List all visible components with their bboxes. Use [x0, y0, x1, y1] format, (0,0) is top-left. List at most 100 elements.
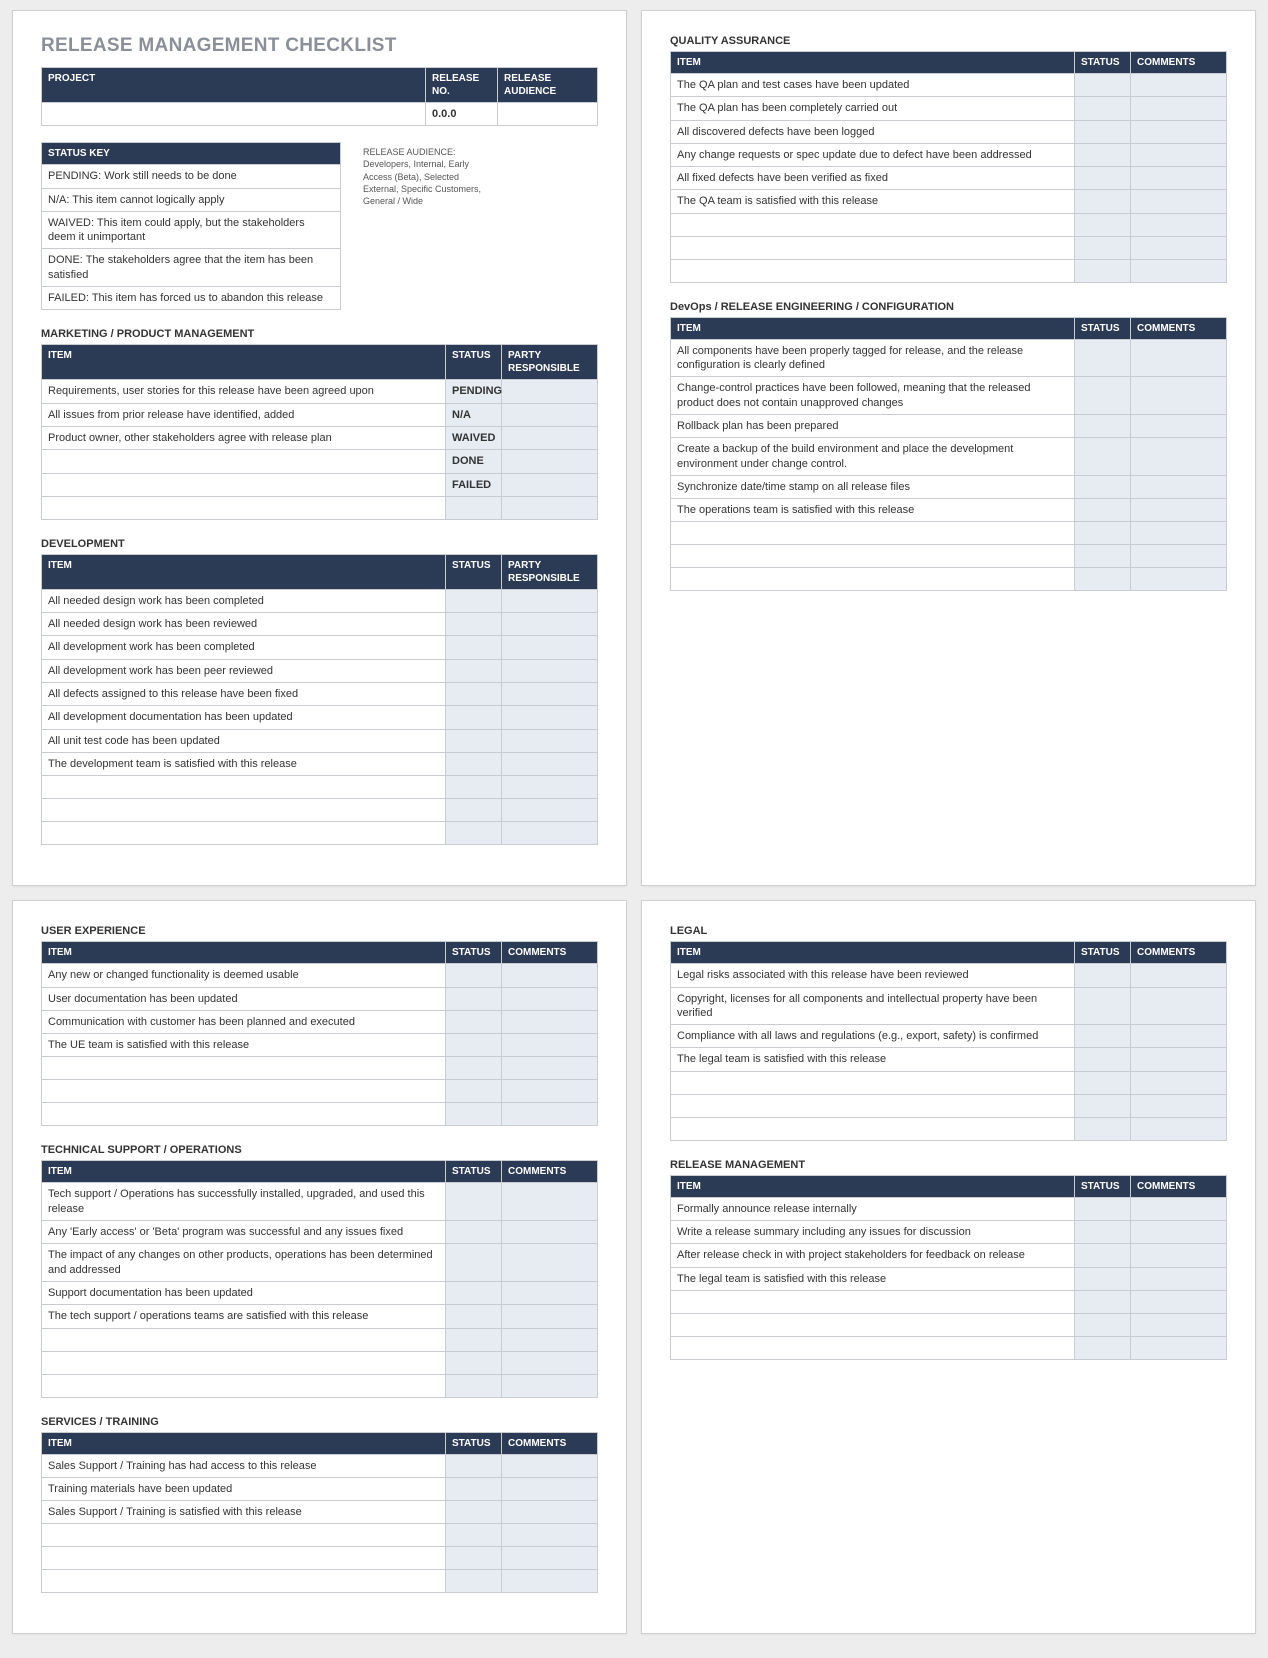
item-cell[interactable]: Copyright, licenses for all components a…	[671, 987, 1075, 1025]
comments-cell[interactable]	[1131, 964, 1227, 987]
item-cell[interactable]: Rollback plan has been prepared	[671, 414, 1075, 437]
item-cell[interactable]	[42, 450, 446, 473]
item-cell[interactable]: Synchronize date/time stamp on all relea…	[671, 475, 1075, 498]
item-cell[interactable]: Write a release summary including any is…	[671, 1221, 1075, 1244]
status-cell[interactable]	[1075, 1244, 1131, 1267]
comments-cell[interactable]	[502, 987, 598, 1010]
comments-cell[interactable]	[502, 1477, 598, 1500]
release-no-cell[interactable]: 0.0.0	[426, 103, 498, 126]
comments-cell[interactable]	[502, 450, 598, 473]
status-cell[interactable]	[446, 613, 502, 636]
status-cell[interactable]: N/A	[446, 403, 502, 426]
status-cell[interactable]	[446, 752, 502, 775]
comments-cell[interactable]	[1131, 1244, 1227, 1267]
status-cell[interactable]	[1075, 1094, 1131, 1117]
status-cell[interactable]: WAIVED	[446, 426, 502, 449]
item-cell[interactable]: All fixed defects have been verified as …	[671, 167, 1075, 190]
comments-cell[interactable]	[1131, 1197, 1227, 1220]
release-audience-cell[interactable]	[498, 103, 598, 126]
item-cell[interactable]: All development work has been peer revie…	[42, 659, 446, 682]
status-cell[interactable]	[1075, 475, 1131, 498]
comments-cell[interactable]	[502, 1501, 598, 1524]
status-cell[interactable]	[1075, 1197, 1131, 1220]
status-cell[interactable]	[446, 1374, 502, 1397]
status-cell[interactable]	[446, 964, 502, 987]
status-cell[interactable]	[446, 776, 502, 799]
comments-cell[interactable]	[502, 1547, 598, 1570]
status-cell[interactable]	[446, 1057, 502, 1080]
item-cell[interactable]: The impact of any changes on other produ…	[42, 1244, 446, 1282]
status-cell[interactable]	[1075, 1071, 1131, 1094]
status-cell[interactable]	[1075, 143, 1131, 166]
comments-cell[interactable]	[502, 589, 598, 612]
item-cell[interactable]	[671, 213, 1075, 236]
item-cell[interactable]	[671, 1071, 1075, 1094]
status-cell[interactable]	[1075, 190, 1131, 213]
item-cell[interactable]	[42, 822, 446, 845]
status-cell[interactable]	[1075, 414, 1131, 437]
item-cell[interactable]: Requirements, user stories for this rele…	[42, 380, 446, 403]
comments-cell[interactable]	[1131, 475, 1227, 498]
status-cell[interactable]	[446, 1570, 502, 1593]
comments-cell[interactable]	[1131, 1117, 1227, 1140]
item-cell[interactable]: Communication with customer has been pla…	[42, 1010, 446, 1033]
item-cell[interactable]: The legal team is satisfied with this re…	[671, 1267, 1075, 1290]
comments-cell[interactable]	[1131, 74, 1227, 97]
status-cell[interactable]	[1075, 1290, 1131, 1313]
item-cell[interactable]	[671, 1094, 1075, 1117]
status-cell[interactable]	[1075, 987, 1131, 1025]
item-cell[interactable]: The QA plan has been completely carried …	[671, 97, 1075, 120]
item-cell[interactable]: Sales Support / Training is satisfied wi…	[42, 1501, 446, 1524]
status-cell[interactable]	[1075, 377, 1131, 415]
item-cell[interactable]	[671, 545, 1075, 568]
item-cell[interactable]	[42, 1374, 446, 1397]
item-cell[interactable]: Any new or changed functionality is deem…	[42, 964, 446, 987]
status-cell[interactable]	[1075, 1117, 1131, 1140]
item-cell[interactable]: The QA plan and test cases have been upd…	[671, 74, 1075, 97]
comments-cell[interactable]	[502, 1183, 598, 1221]
status-cell[interactable]	[446, 1477, 502, 1500]
comments-cell[interactable]	[1131, 1313, 1227, 1336]
comments-cell[interactable]	[502, 799, 598, 822]
status-cell[interactable]	[1075, 1313, 1131, 1336]
status-cell[interactable]	[446, 589, 502, 612]
comments-cell[interactable]	[502, 964, 598, 987]
item-cell[interactable]: Create a backup of the build environment…	[671, 438, 1075, 476]
comments-cell[interactable]	[1131, 97, 1227, 120]
comments-cell[interactable]	[1131, 568, 1227, 591]
item-cell[interactable]	[42, 799, 446, 822]
item-cell[interactable]: The development team is satisfied with t…	[42, 752, 446, 775]
status-cell[interactable]	[446, 636, 502, 659]
comments-cell[interactable]	[502, 1010, 598, 1033]
comments-cell[interactable]	[1131, 377, 1227, 415]
comments-cell[interactable]	[502, 659, 598, 682]
comments-cell[interactable]	[1131, 1025, 1227, 1048]
item-cell[interactable]: The operations team is satisfied with th…	[671, 499, 1075, 522]
status-cell[interactable]	[446, 729, 502, 752]
comments-cell[interactable]	[1131, 339, 1227, 377]
item-cell[interactable]	[42, 496, 446, 519]
item-cell[interactable]: All discovered defects have been logged	[671, 120, 1075, 143]
item-cell[interactable]	[42, 1547, 446, 1570]
status-cell[interactable]	[1075, 97, 1131, 120]
comments-cell[interactable]	[1131, 1336, 1227, 1359]
comments-cell[interactable]	[1131, 438, 1227, 476]
item-cell[interactable]: Sales Support / Training has had access …	[42, 1454, 446, 1477]
item-cell[interactable]	[671, 259, 1075, 282]
status-cell[interactable]	[446, 1034, 502, 1057]
status-cell[interactable]: FAILED	[446, 473, 502, 496]
item-cell[interactable]	[42, 1524, 446, 1547]
item-cell[interactable]	[671, 1290, 1075, 1313]
comments-cell[interactable]	[1131, 1221, 1227, 1244]
item-cell[interactable]: Formally announce release internally	[671, 1197, 1075, 1220]
item-cell[interactable]: The tech support / operations teams are …	[42, 1305, 446, 1328]
comments-cell[interactable]	[1131, 1290, 1227, 1313]
status-cell[interactable]	[1075, 74, 1131, 97]
status-cell[interactable]	[1075, 1336, 1131, 1359]
comments-cell[interactable]	[502, 426, 598, 449]
comments-cell[interactable]	[502, 822, 598, 845]
item-cell[interactable]	[671, 1336, 1075, 1359]
comments-cell[interactable]	[1131, 1071, 1227, 1094]
item-cell[interactable]: Product owner, other stakeholders agree …	[42, 426, 446, 449]
status-cell[interactable]	[1075, 236, 1131, 259]
